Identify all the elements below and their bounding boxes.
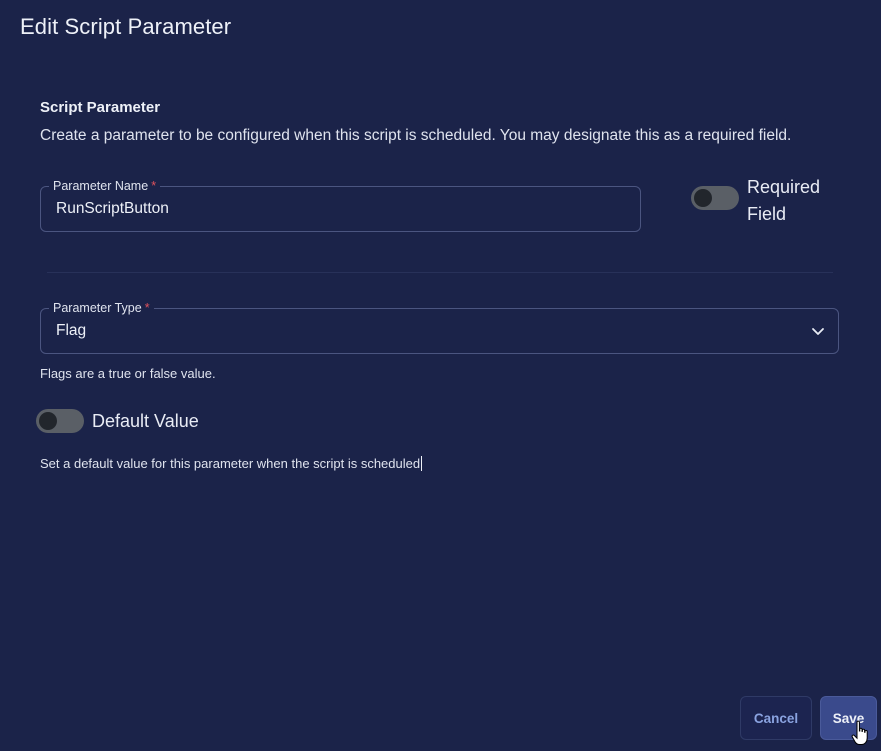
- required-star: *: [151, 179, 157, 193]
- dialog-title: Edit Script Parameter: [20, 14, 232, 39]
- divider: [47, 272, 833, 273]
- required-field-label: Required Field: [747, 177, 821, 224]
- edit-script-parameter-dialog: Edit Script Parameter Script Parameter C…: [0, 0, 881, 751]
- parameter-name-label: Parameter Name *: [49, 179, 161, 193]
- toggle-knob: [694, 189, 712, 207]
- default-value-description: Set a default value for this parameter w…: [40, 456, 423, 471]
- section-description: Create a parameter to be configured when…: [40, 127, 792, 144]
- toggle-knob: [39, 412, 57, 430]
- required-field-toggle[interactable]: [691, 186, 739, 210]
- cancel-button[interactable]: Cancel: [740, 696, 812, 740]
- section-title: Script Parameter: [40, 99, 161, 116]
- default-value-toggle[interactable]: [36, 409, 84, 433]
- hand-pointer-icon: [851, 720, 868, 745]
- required-star: *: [144, 301, 150, 315]
- parameter-name-input[interactable]: RunScriptButton: [56, 200, 169, 218]
- parameter-type-label: Parameter Type *: [49, 301, 154, 315]
- chevron-down-icon[interactable]: [810, 323, 826, 339]
- text-caret: [421, 456, 423, 471]
- parameter-type-helper: Flags are a true or false value.: [40, 366, 216, 381]
- parameter-name-field[interactable]: Parameter Name * RunScriptButton: [40, 179, 641, 232]
- parameter-type-select[interactable]: Parameter Type * Flag: [40, 301, 839, 354]
- parameter-type-value: Flag: [56, 322, 87, 339]
- default-value-label: Default Value: [92, 411, 199, 431]
